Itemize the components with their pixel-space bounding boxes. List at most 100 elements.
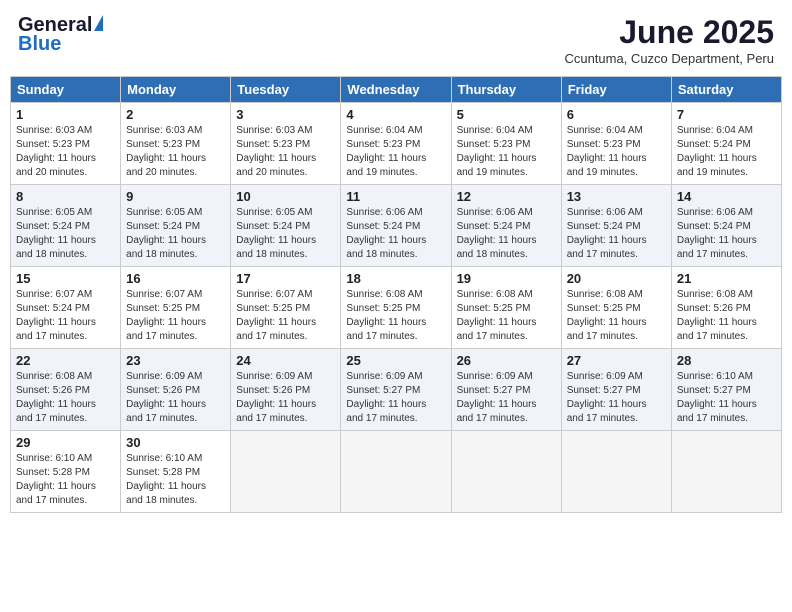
table-row: 4 Sunrise: 6:04 AM Sunset: 5:23 PM Daylig… xyxy=(341,103,451,185)
table-row: 11 Sunrise: 6:06 AM Sunset: 5:24 PM Dayli… xyxy=(341,185,451,267)
day-info: Sunrise: 6:06 AM Sunset: 5:24 PM Dayligh… xyxy=(457,206,556,262)
day-number: 2 xyxy=(126,107,225,122)
day-info: Sunrise: 6:09 AM Sunset: 5:27 PM Dayligh… xyxy=(346,370,445,426)
table-row: 7 Sunrise: 6:04 AM Sunset: 5:24 PM Daylig… xyxy=(671,103,781,185)
calendar-week-1: 1 Sunrise: 6:03 AM Sunset: 5:23 PM Daylig… xyxy=(11,103,782,185)
day-number: 26 xyxy=(457,353,556,368)
logo: General Blue xyxy=(18,14,103,56)
table-row: 19 Sunrise: 6:08 AM Sunset: 5:25 PM Dayli… xyxy=(451,267,561,349)
day-info: Sunrise: 6:05 AM Sunset: 5:24 PM Dayligh… xyxy=(236,206,335,262)
table-row: 6 Sunrise: 6:04 AM Sunset: 5:23 PM Daylig… xyxy=(561,103,671,185)
calendar-week-4: 22 Sunrise: 6:08 AM Sunset: 5:26 PM Dayli… xyxy=(11,349,782,431)
day-info: Sunrise: 6:04 AM Sunset: 5:24 PM Dayligh… xyxy=(677,124,776,180)
day-number: 25 xyxy=(346,353,445,368)
table-row: 15 Sunrise: 6:07 AM Sunset: 5:24 PM Dayli… xyxy=(11,267,121,349)
table-row: 28 Sunrise: 6:10 AM Sunset: 5:27 PM Dayli… xyxy=(671,349,781,431)
day-number: 12 xyxy=(457,189,556,204)
day-number: 27 xyxy=(567,353,666,368)
day-number: 14 xyxy=(677,189,776,204)
header-sunday: Sunday xyxy=(11,77,121,103)
day-number: 30 xyxy=(126,435,225,450)
day-info: Sunrise: 6:10 AM Sunset: 5:27 PM Dayligh… xyxy=(677,370,776,426)
day-number: 24 xyxy=(236,353,335,368)
day-info: Sunrise: 6:03 AM Sunset: 5:23 PM Dayligh… xyxy=(16,124,115,180)
day-info: Sunrise: 6:09 AM Sunset: 5:27 PM Dayligh… xyxy=(457,370,556,426)
day-info: Sunrise: 6:10 AM Sunset: 5:28 PM Dayligh… xyxy=(16,452,115,508)
day-info: Sunrise: 6:07 AM Sunset: 5:25 PM Dayligh… xyxy=(126,288,225,344)
day-number: 21 xyxy=(677,271,776,286)
day-info: Sunrise: 6:06 AM Sunset: 5:24 PM Dayligh… xyxy=(346,206,445,262)
day-number: 29 xyxy=(16,435,115,450)
logo-blue: Blue xyxy=(18,33,61,56)
day-number: 1 xyxy=(16,107,115,122)
calendar-header-row: Sunday Monday Tuesday Wednesday Thursday… xyxy=(11,77,782,103)
day-info: Sunrise: 6:07 AM Sunset: 5:24 PM Dayligh… xyxy=(16,288,115,344)
day-info: Sunrise: 6:03 AM Sunset: 5:23 PM Dayligh… xyxy=(126,124,225,180)
table-row xyxy=(341,431,451,513)
title-area: June 2025 Ccuntuma, Cuzco Department, Pe… xyxy=(564,14,774,66)
day-info: Sunrise: 6:08 AM Sunset: 5:25 PM Dayligh… xyxy=(457,288,556,344)
day-number: 23 xyxy=(126,353,225,368)
table-row: 1 Sunrise: 6:03 AM Sunset: 5:23 PM Daylig… xyxy=(11,103,121,185)
page-header: General Blue June 2025 Ccuntuma, Cuzco D… xyxy=(10,10,782,70)
table-row: 13Sunrise: 6:06 AM Sunset: 5:24 PM Dayli… xyxy=(561,185,671,267)
table-row xyxy=(451,431,561,513)
day-info: Sunrise: 6:04 AM Sunset: 5:23 PM Dayligh… xyxy=(457,124,556,180)
table-row: 21 Sunrise: 6:08 AM Sunset: 5:26 PM Dayli… xyxy=(671,267,781,349)
table-row xyxy=(231,431,341,513)
day-number: 28 xyxy=(677,353,776,368)
table-row: 16 Sunrise: 6:07 AM Sunset: 5:25 PM Dayli… xyxy=(121,267,231,349)
day-info: Sunrise: 6:06 AM Sunset: 5:24 PM Dayligh… xyxy=(677,206,776,262)
table-row: 17Sunrise: 6:07 AM Sunset: 5:25 PM Dayli… xyxy=(231,267,341,349)
table-row: 20Sunrise: 6:08 AM Sunset: 5:25 PM Dayli… xyxy=(561,267,671,349)
day-info: Sunrise: 6:05 AM Sunset: 5:24 PM Dayligh… xyxy=(126,206,225,262)
logo-triangle-icon xyxy=(94,15,103,31)
day-number: 5 xyxy=(457,107,556,122)
day-number: 17 xyxy=(236,271,335,286)
day-info: Sunrise: 6:08 AM Sunset: 5:26 PM Dayligh… xyxy=(677,288,776,344)
table-row: 27Sunrise: 6:09 AM Sunset: 5:27 PM Dayli… xyxy=(561,349,671,431)
table-row: 12 Sunrise: 6:06 AM Sunset: 5:24 PM Dayli… xyxy=(451,185,561,267)
day-number: 15 xyxy=(16,271,115,286)
table-row: 30Sunrise: 6:10 AM Sunset: 5:28 PM Dayli… xyxy=(121,431,231,513)
day-number: 16 xyxy=(126,271,225,286)
table-row: 22 Sunrise: 6:08 AM Sunset: 5:26 PM Dayli… xyxy=(11,349,121,431)
table-row xyxy=(561,431,671,513)
day-number: 8 xyxy=(16,189,115,204)
day-number: 20 xyxy=(567,271,666,286)
day-info: Sunrise: 6:04 AM Sunset: 5:23 PM Dayligh… xyxy=(346,124,445,180)
day-info: Sunrise: 6:03 AM Sunset: 5:23 PM Dayligh… xyxy=(236,124,335,180)
day-number: 6 xyxy=(567,107,666,122)
day-number: 22 xyxy=(16,353,115,368)
day-number: 4 xyxy=(346,107,445,122)
day-info: Sunrise: 6:08 AM Sunset: 5:26 PM Dayligh… xyxy=(16,370,115,426)
day-info: Sunrise: 6:09 AM Sunset: 5:26 PM Dayligh… xyxy=(236,370,335,426)
header-friday: Friday xyxy=(561,77,671,103)
day-number: 3 xyxy=(236,107,335,122)
table-row: 18Sunrise: 6:08 AM Sunset: 5:25 PM Dayli… xyxy=(341,267,451,349)
header-tuesday: Tuesday xyxy=(231,77,341,103)
table-row: 5 Sunrise: 6:04 AM Sunset: 5:23 PM Daylig… xyxy=(451,103,561,185)
month-year-title: June 2025 xyxy=(564,14,774,51)
table-row: 2 Sunrise: 6:03 AM Sunset: 5:23 PM Daylig… xyxy=(121,103,231,185)
header-thursday: Thursday xyxy=(451,77,561,103)
header-saturday: Saturday xyxy=(671,77,781,103)
location-subtitle: Ccuntuma, Cuzco Department, Peru xyxy=(564,51,774,66)
table-row: 26 Sunrise: 6:09 AM Sunset: 5:27 PM Dayli… xyxy=(451,349,561,431)
table-row: 8 Sunrise: 6:05 AM Sunset: 5:24 PM Daylig… xyxy=(11,185,121,267)
calendar-week-5: 29 Sunrise: 6:10 AM Sunset: 5:28 PM Dayli… xyxy=(11,431,782,513)
day-number: 10 xyxy=(236,189,335,204)
day-number: 18 xyxy=(346,271,445,286)
table-row: 14 Sunrise: 6:06 AM Sunset: 5:24 PM Dayli… xyxy=(671,185,781,267)
day-info: Sunrise: 6:04 AM Sunset: 5:23 PM Dayligh… xyxy=(567,124,666,180)
calendar-week-3: 15 Sunrise: 6:07 AM Sunset: 5:24 PM Dayli… xyxy=(11,267,782,349)
day-info: Sunrise: 6:05 AM Sunset: 5:24 PM Dayligh… xyxy=(16,206,115,262)
day-number: 19 xyxy=(457,271,556,286)
calendar-week-2: 8 Sunrise: 6:05 AM Sunset: 5:24 PM Daylig… xyxy=(11,185,782,267)
day-number: 11 xyxy=(346,189,445,204)
table-row: 23 Sunrise: 6:09 AM Sunset: 5:26 PM Dayli… xyxy=(121,349,231,431)
day-number: 7 xyxy=(677,107,776,122)
day-info: Sunrise: 6:09 AM Sunset: 5:26 PM Dayligh… xyxy=(126,370,225,426)
table-row: 24 Sunrise: 6:09 AM Sunset: 5:26 PM Dayli… xyxy=(231,349,341,431)
header-wednesday: Wednesday xyxy=(341,77,451,103)
